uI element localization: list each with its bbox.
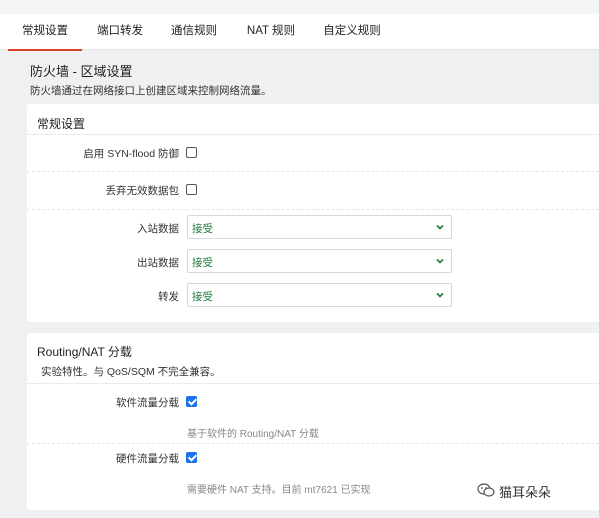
offload-description: 实验特性。与 QoS/SQM 不完全兼容。 (41, 366, 221, 378)
output-select-value: 接受 (192, 257, 213, 269)
input-select-value: 接受 (192, 223, 213, 235)
output-label: 出站数据 (137, 257, 179, 269)
divider (27, 134, 599, 135)
divider (27, 171, 599, 172)
software-offload-note: 基于软件的 Routing/NAT 分载 (187, 429, 319, 440)
tab-general[interactable]: 常规设置 (8, 14, 82, 51)
drop-invalid-label: 丢弃无效数据包 (105, 185, 180, 197)
chevron-down-icon (436, 224, 444, 230)
tab-port-forward[interactable]: 端口转发 (88, 14, 152, 50)
forward-select[interactable]: 接受 (187, 283, 452, 307)
drop-invalid-checkbox[interactable] (186, 184, 197, 195)
forward-label: 转发 (158, 291, 179, 303)
general-settings-card: 常规设置 启用 SYN-flood 防御 丢弃无效数据包 入站数据 接受 出站数… (27, 104, 599, 322)
offload-title: Routing/NAT 分载 (37, 345, 132, 359)
page-description: 防火墙通过在网络接口上创建区域来控制网络流量。 (30, 85, 272, 97)
chevron-down-icon (436, 292, 444, 298)
wechat-icon (477, 483, 495, 497)
divider (27, 383, 599, 384)
chevron-down-icon (436, 258, 444, 264)
hardware-offload-label: 硬件流量分载 (116, 453, 179, 465)
general-settings-title: 常规设置 (37, 117, 86, 131)
synflood-checkbox[interactable] (186, 147, 197, 158)
forward-select-value: 接受 (192, 291, 213, 303)
input-select[interactable]: 接受 (187, 215, 452, 239)
tab-traffic-rules[interactable]: 通信规则 (162, 14, 226, 50)
synflood-label: 启用 SYN-flood 防御 (83, 148, 179, 160)
watermark-text: 猫耳朵朵 (499, 485, 552, 500)
software-offload-checkbox[interactable] (186, 396, 197, 407)
software-offload-label: 软件流量分载 (116, 397, 179, 409)
tab-custom-rules[interactable]: 自定义规则 (316, 14, 388, 50)
divider (27, 209, 599, 210)
page-title: 防火墙 - 区域设置 (30, 64, 133, 79)
divider (27, 443, 599, 444)
tab-bar: 常规设置 端口转发 通信规则 NAT 规则 自定义规则 (0, 14, 599, 51)
output-select[interactable]: 接受 (187, 249, 452, 273)
top-strip (0, 0, 599, 14)
input-label: 入站数据 (137, 223, 179, 235)
tab-nat-rules[interactable]: NAT 规则 (239, 14, 303, 50)
hardware-offload-checkbox[interactable] (186, 452, 197, 463)
hardware-offload-note: 需要硬件 NAT 支持。目前 mt7621 已实现 (187, 485, 371, 496)
